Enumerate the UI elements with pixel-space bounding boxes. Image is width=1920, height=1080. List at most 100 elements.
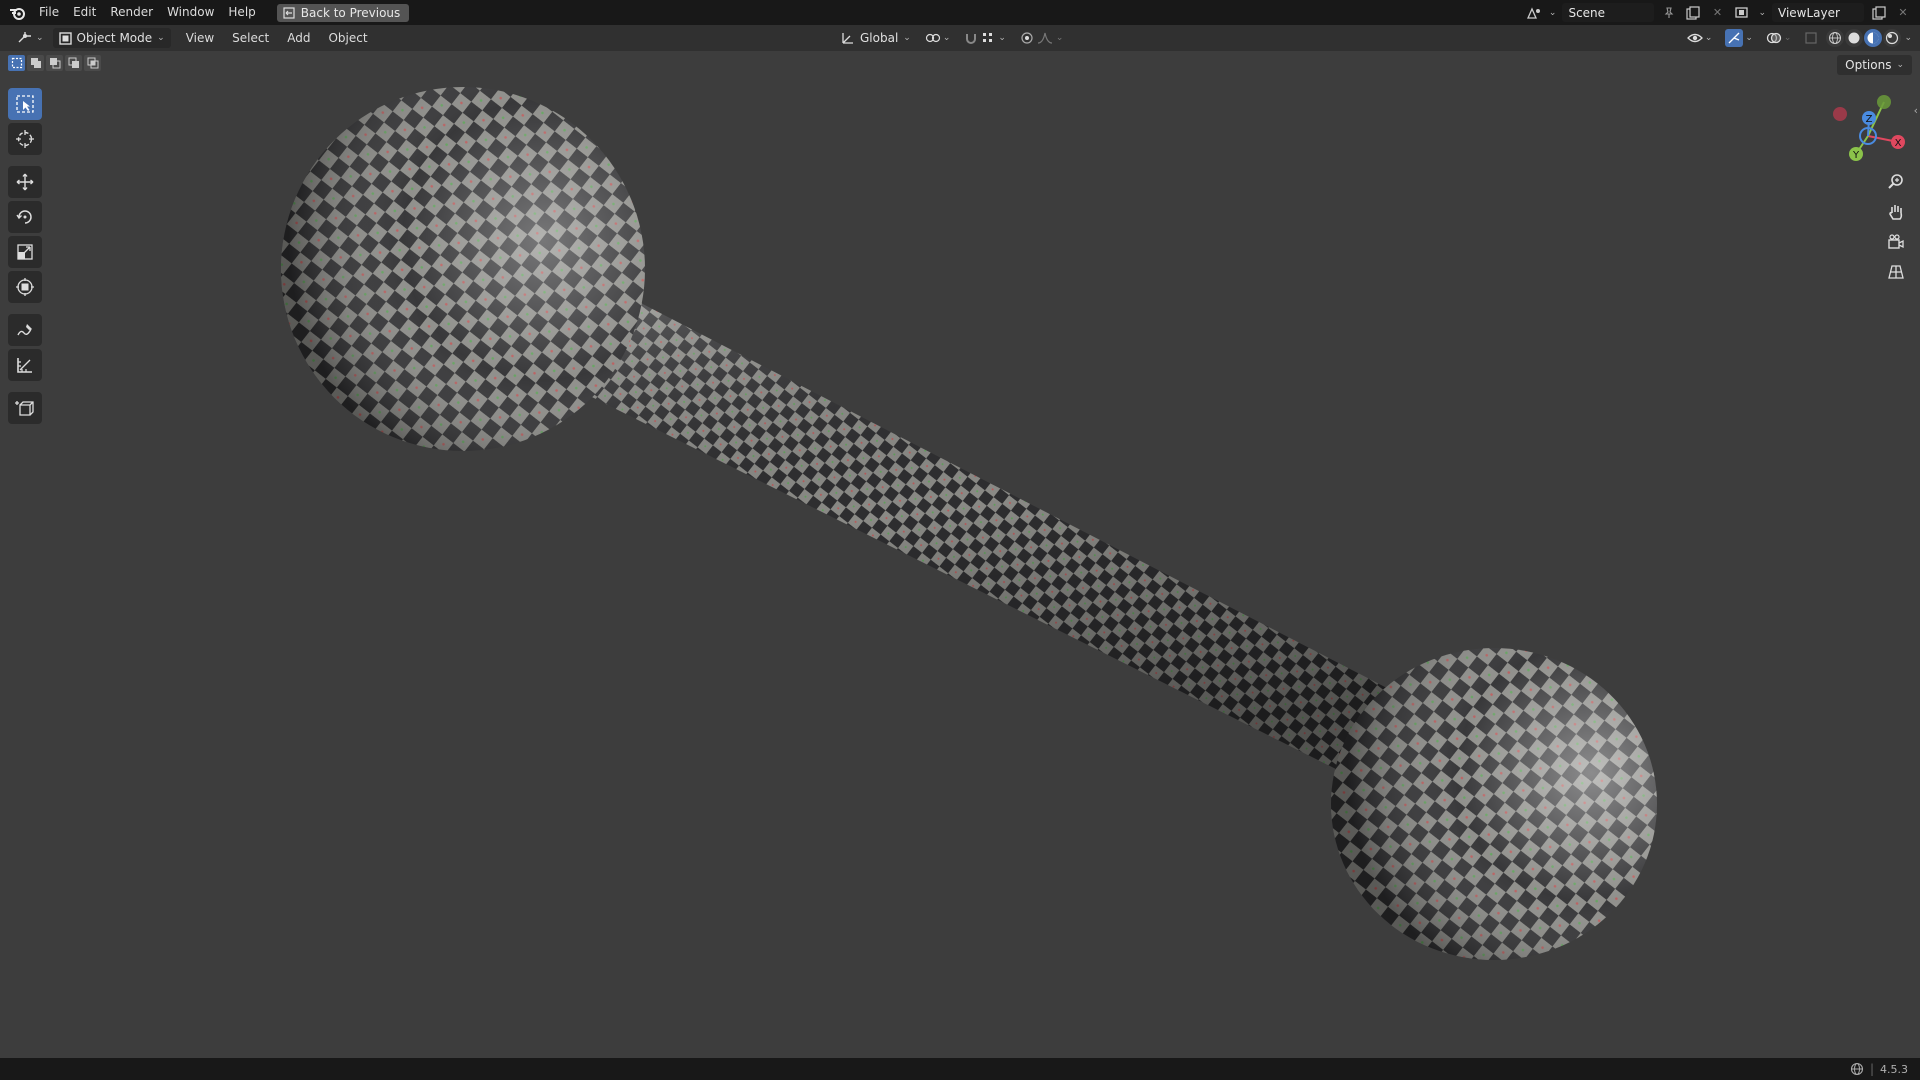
pan-view-button[interactable] [1882,198,1910,226]
rendered-shading-button[interactable] [1883,29,1902,47]
menu-help[interactable]: Help [221,0,262,25]
chevron-down-icon: ⌄ [903,33,911,43]
tool-cursor[interactable] [8,123,42,155]
gizmo-y-label: Y [1852,150,1860,161]
view-layer-name-field[interactable]: ViewLayer [1772,3,1864,22]
gizmo-toggle[interactable]: ⌄ [1720,28,1758,48]
3d-viewport-icon [18,32,31,43]
chevron-down-icon: ⌄ [998,33,1006,43]
material-sphere-icon [1867,32,1879,44]
perspective-grid-icon [1888,265,1904,279]
object-visibility-dropdown[interactable]: ⌄ [1682,28,1718,48]
camera-icon [1888,234,1904,249]
hand-pan-icon [1889,205,1903,220]
tool-rotate[interactable] [8,201,42,233]
tool-transform[interactable] [8,271,42,303]
solid-sphere-icon [1848,32,1860,44]
pin-icon[interactable] [1660,4,1678,22]
annotate-pencil-icon [17,324,32,336]
dumbbell-sphere-bottom [1331,648,1657,960]
gizmo-x-label: X [1895,138,1902,149]
tool-annotate[interactable] [8,314,42,346]
status-bar: | 4.5.3 [0,1058,1920,1080]
menu-view[interactable]: View [177,25,223,51]
status-divider: | [1869,1062,1874,1076]
mode-label: Object Mode [76,31,153,45]
falloff-curve-icon [1037,32,1052,44]
proportional-editing-controls[interactable]: ⌄ [1015,28,1069,48]
tool-add-cube[interactable] [8,392,42,424]
view-layer-selector[interactable]: ⌄ ViewLayer ✕ [1734,3,1912,22]
rendered-sphere-icon [1886,31,1899,45]
network-globe-icon[interactable] [1850,1062,1864,1076]
wireframe-shading-button[interactable] [1826,29,1845,47]
new-view-layer-icon[interactable] [1870,4,1888,22]
navigation-gizmo[interactable]: Z X Y [1818,88,1918,168]
camera-view-button[interactable] [1882,228,1910,256]
menu-select[interactable]: Select [223,25,278,51]
chevron-down-icon: ⌄ [1896,60,1904,70]
options-label: Options [1845,58,1892,72]
chevron-down-icon: ⌄ [1745,33,1753,43]
menu-edit[interactable]: Edit [66,0,103,25]
tool-scale[interactable] [8,236,42,268]
view-layer-icon [1734,4,1752,22]
gizmo-neg-x-handle[interactable] [1833,107,1847,121]
viewport-canvas[interactable] [0,51,1920,1058]
dumbbell-rod-shading [588,300,1410,785]
rotate-icon [16,210,32,224]
gizmo-neg-y-handle[interactable] [1877,95,1891,109]
menu-file[interactable]: File [32,0,66,25]
tool-move[interactable] [8,166,42,198]
menu-render[interactable]: Render [103,0,160,25]
move-icon [16,173,34,191]
transform-orientation-dropdown[interactable]: Global ⌄ [836,28,916,48]
back-to-previous-button[interactable]: Back to Previous [276,3,410,22]
scale-icon [17,244,33,260]
overlays-toggle[interactable]: ⌄ [1761,28,1797,48]
tool-select-box[interactable] [8,88,42,120]
measure-ruler-icon [17,358,32,373]
toggle-perspective-button[interactable] [1882,258,1910,286]
close-view-layer-icon[interactable]: ✕ [1894,4,1912,22]
shading-options-chevron-icon[interactable]: ⌄ [1904,33,1912,43]
gizmo-icon [1725,29,1744,47]
zoom-view-button[interactable] [1882,168,1910,196]
new-scene-icon[interactable] [1684,4,1702,22]
add-cube-icon [15,401,34,416]
chevron-down-icon: ⌄ [157,33,165,43]
scene-name: Scene [1568,5,1606,20]
chevron-down-icon: ⌄ [942,33,951,43]
snap-increment-icon [983,33,993,42]
mode-dropdown[interactable]: Object Mode ⌄ [52,28,171,48]
tool-measure[interactable] [8,349,42,381]
scene-name-field[interactable]: Scene [1562,3,1655,22]
pivot-point-dropdown[interactable]: ⌄ [920,28,956,48]
transform-icon [16,278,34,296]
material-preview-shading-button[interactable] [1864,29,1883,47]
transform-orientation-label: Global [860,31,899,45]
dumbbell-sphere-top [281,87,645,451]
menu-object[interactable]: Object [319,25,376,51]
editor-type-selector[interactable]: ⌄ [12,28,49,48]
chevron-down-icon: ⌄ [1704,33,1713,43]
xray-icon [1805,32,1818,44]
solid-shading-button[interactable] [1845,29,1864,47]
overlays-icon [1766,32,1782,44]
options-dropdown[interactable]: Options ⌄ [1837,55,1912,75]
snapping-controls[interactable]: ⌄ [959,28,1011,48]
dumbbell-object[interactable] [281,87,1657,960]
menu-window[interactable]: Window [160,0,221,25]
version-label: 4.5.3 [1880,1062,1908,1076]
eye-icon [1686,33,1703,43]
chevron-down-icon: ⌄ [1758,7,1766,18]
xray-toggle[interactable] [1799,28,1823,48]
menu-add[interactable]: Add [278,25,319,51]
scene-selector[interactable]: ⌄ Scene ✕ [1525,3,1727,22]
close-scene-icon[interactable]: ✕ [1708,4,1726,22]
cursor-icon [16,130,34,148]
gizmo-z-label: Z [1866,114,1873,125]
snap-magnet-icon [966,34,977,44]
blender-logo-icon[interactable] [4,0,32,25]
orientation-axis-icon [842,33,853,44]
